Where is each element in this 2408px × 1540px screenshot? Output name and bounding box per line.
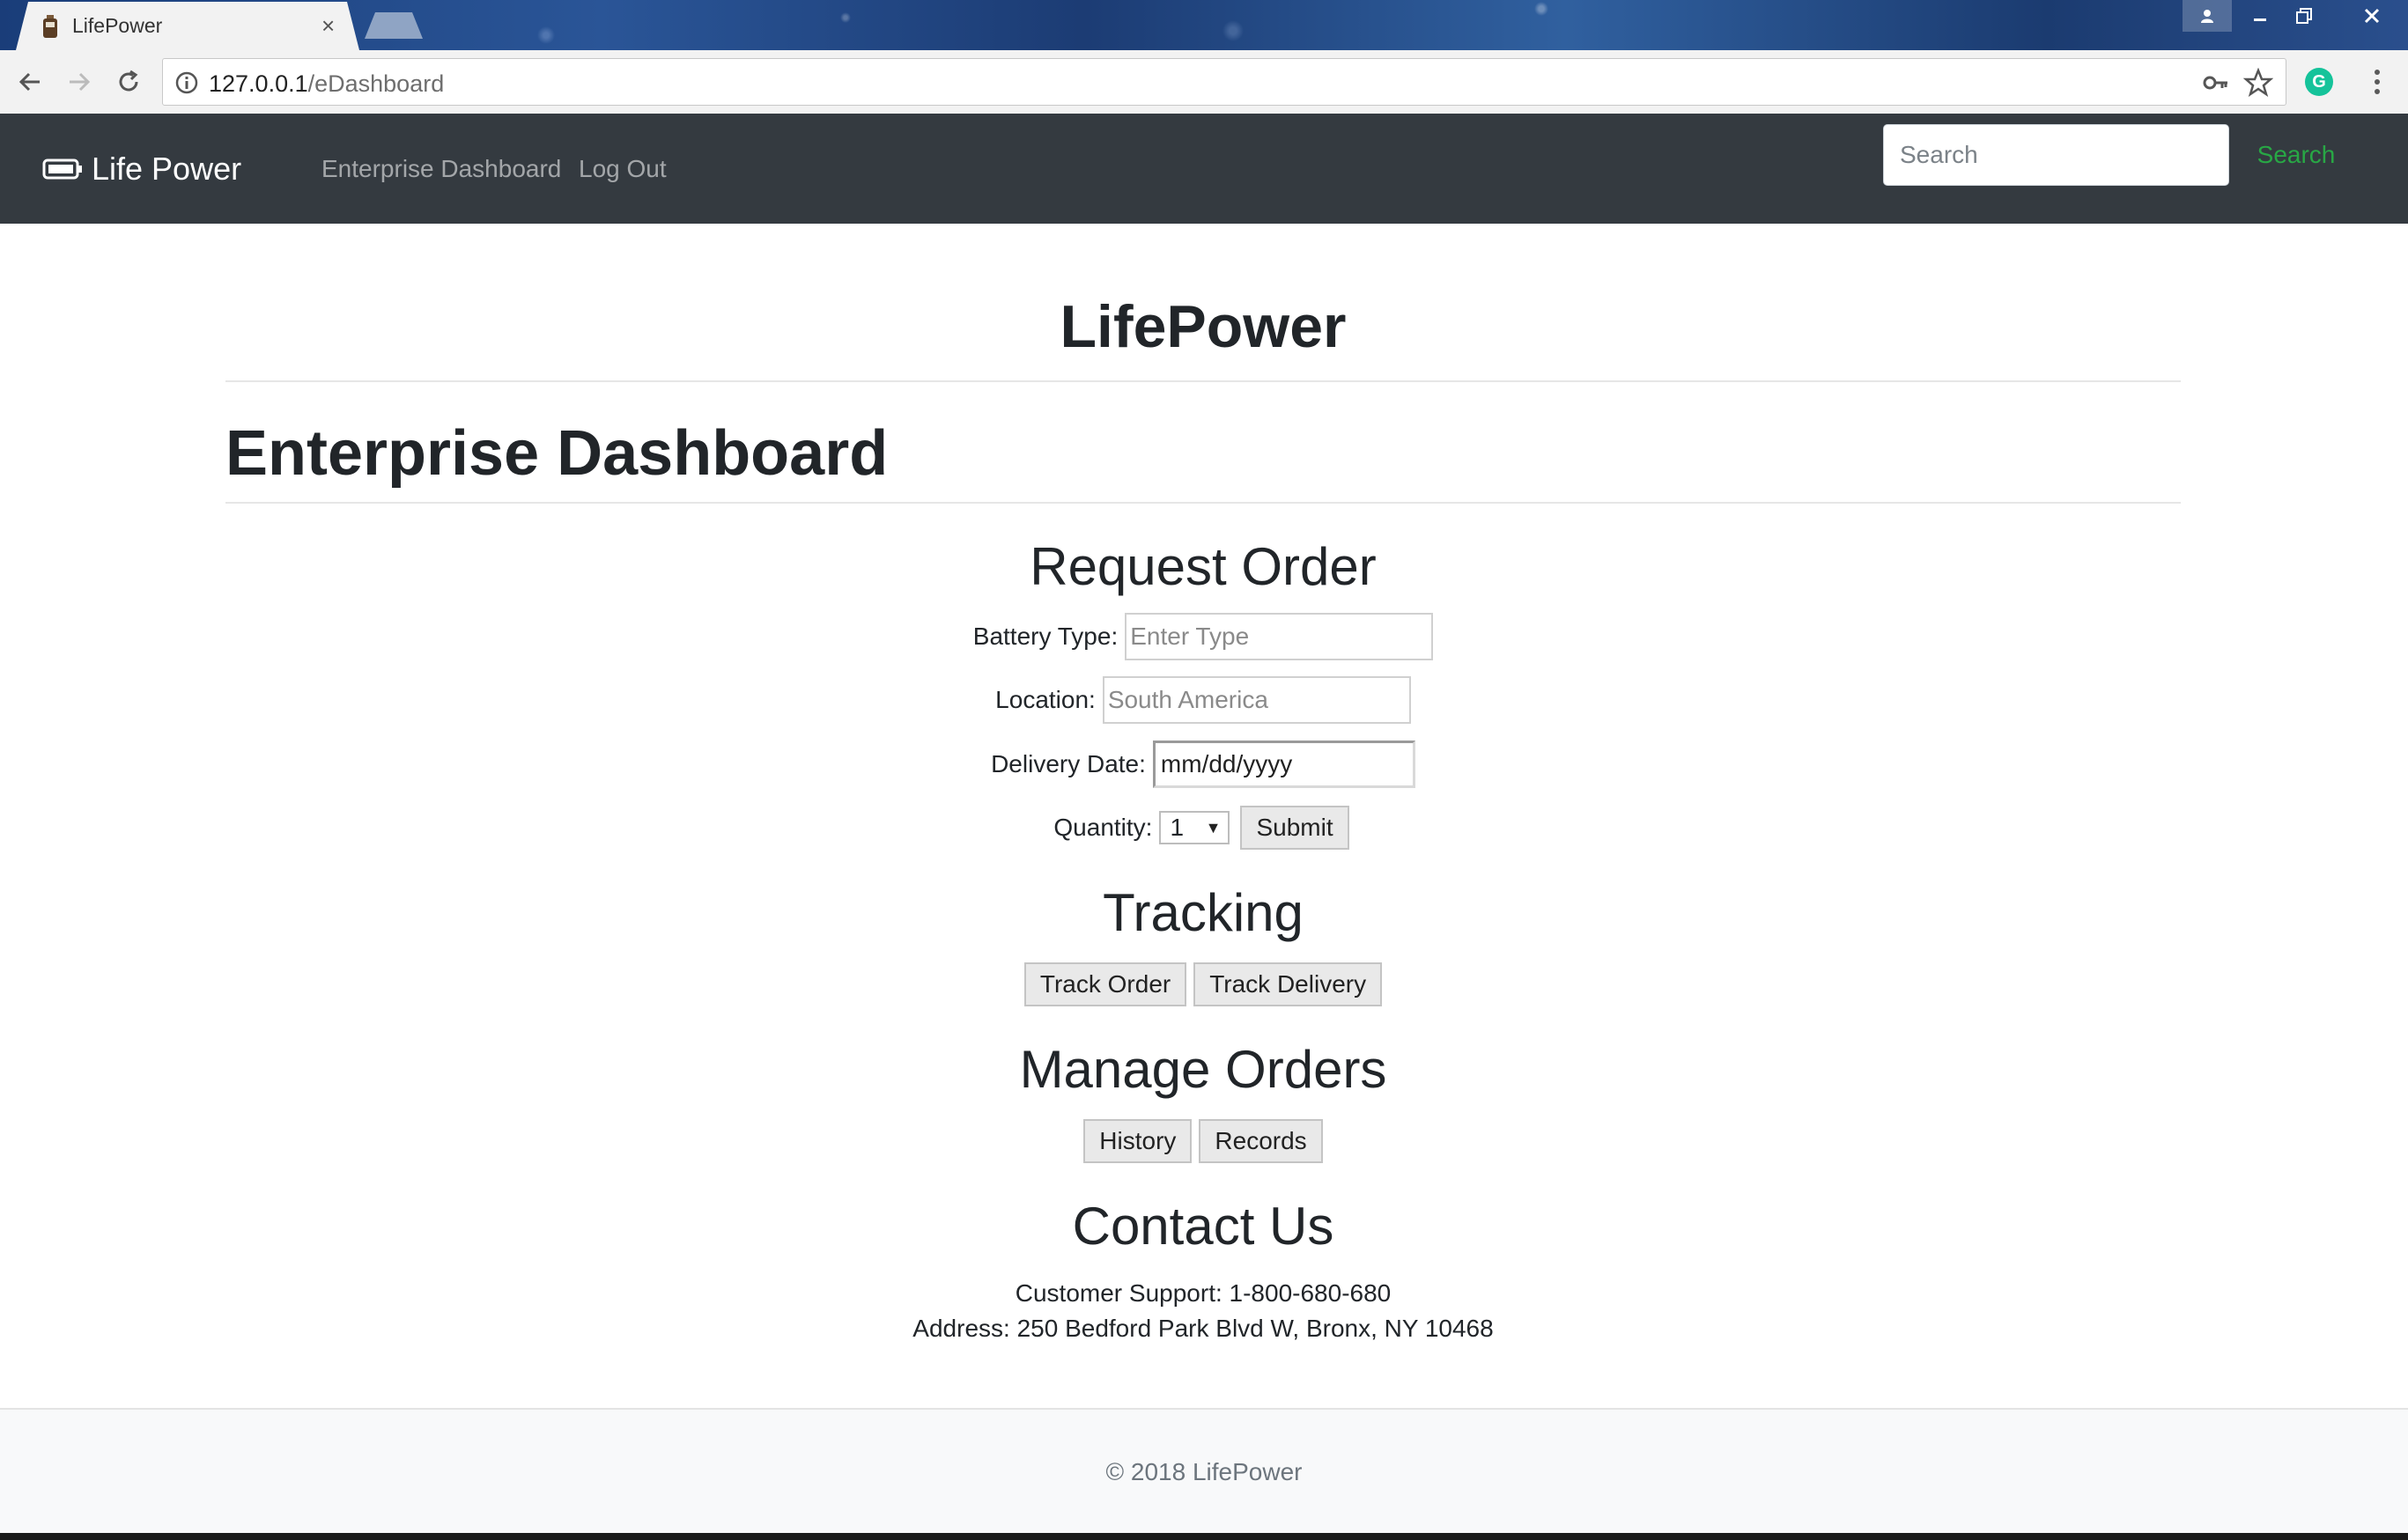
request-order-heading: Request Order	[1030, 537, 1377, 596]
site-info-icon[interactable]	[175, 71, 198, 94]
battery-type-input[interactable]	[1125, 613, 1434, 660]
location-input[interactable]	[1102, 676, 1411, 724]
dropdown-arrow-icon: ▼	[1205, 818, 1222, 836]
divider	[225, 380, 2181, 382]
minimize-icon[interactable]	[2235, 0, 2285, 32]
manage-orders-heading: Manage Orders	[1019, 1040, 1387, 1099]
track-order-button[interactable]: Track Order	[1023, 962, 1187, 1006]
taskbar-edge	[0, 1533, 2408, 1540]
forward-arrow-icon[interactable]	[62, 64, 97, 99]
restore-icon[interactable]	[2279, 0, 2329, 32]
quantity-select[interactable]: 1 ▼	[1159, 811, 1230, 844]
nav-link-enterprise-dashboard[interactable]: Enterprise Dashboard	[321, 155, 561, 183]
battery-type-label: Battery Type:	[972, 623, 1119, 650]
quantity-row: Quantity: 1 ▼ Submit	[225, 806, 2181, 850]
site-footer: © 2018 LifePower	[0, 1408, 2408, 1533]
battery-icon	[42, 158, 82, 180]
browser-menu-icon[interactable]	[2364, 66, 2390, 98]
battery-favicon-icon	[43, 15, 57, 38]
site-title: LifePower	[1060, 293, 1347, 360]
quantity-label: Quantity:	[1053, 814, 1153, 841]
browser-tab[interactable]: LifePower ×	[16, 2, 359, 50]
browser-toolbar: 127.0.0.1/eDashboard G	[0, 50, 2408, 114]
address-text: Address: 250 Bedford Park Blvd W, Bronx,…	[912, 1315, 1494, 1342]
submit-button[interactable]: Submit	[1240, 806, 1349, 850]
delivery-date-input[interactable]: mm/dd/yyyy	[1152, 741, 1415, 788]
grammarly-extension-icon[interactable]: G	[2305, 68, 2333, 96]
bookmark-star-icon[interactable]	[2243, 68, 2273, 98]
key-icon[interactable]	[2203, 71, 2229, 94]
quantity-value: 1	[1170, 814, 1185, 841]
url-text: 127.0.0.1/eDashboard	[209, 70, 445, 97]
brand-name: Life Power	[92, 151, 242, 187]
search-input[interactable]	[1883, 124, 2229, 186]
tab-title: LifePower	[72, 14, 163, 37]
nav-link-log-out[interactable]: Log Out	[579, 155, 667, 183]
manage-orders-buttons: History Records	[225, 1119, 2181, 1163]
track-delivery-button[interactable]: Track Delivery	[1193, 962, 1383, 1006]
close-window-icon[interactable]	[2339, 0, 2404, 32]
back-arrow-icon[interactable]	[12, 64, 48, 99]
contact-heading: Contact Us	[1072, 1197, 1334, 1256]
location-label: Location:	[995, 686, 1096, 713]
delivery-date-label: Delivery Date:	[991, 750, 1146, 777]
delivery-date-row: Delivery Date: mm/dd/yyyy	[225, 741, 2181, 788]
tab-close-icon[interactable]: ×	[321, 12, 335, 40]
address-bar[interactable]: 127.0.0.1/eDashboard	[162, 58, 2286, 106]
browser-tab-strip: LifePower ×	[0, 0, 2408, 50]
profile-icon[interactable]	[2183, 0, 2232, 32]
new-tab-button[interactable]	[365, 12, 423, 39]
divider	[225, 502, 2181, 504]
location-row: Location:	[225, 676, 2181, 724]
reload-icon[interactable]	[111, 64, 146, 99]
tracking-heading: Tracking	[1103, 883, 1304, 942]
brand-link[interactable]: Life Power	[42, 151, 241, 188]
copyright-text: © 2018 LifePower	[1105, 1458, 1303, 1485]
site-navbar: Life Power Enterprise Dashboard Log Out …	[0, 114, 2408, 224]
customer-support-text: Customer Support: 1-800-680-680	[1015, 1279, 1392, 1307]
tracking-buttons: Track Order Track Delivery	[225, 962, 2181, 1006]
page-title: Enterprise Dashboard	[225, 418, 889, 489]
battery-type-row: Battery Type:	[225, 613, 2181, 660]
search-button[interactable]: Search	[2239, 124, 2353, 186]
records-button[interactable]: Records	[1199, 1119, 1323, 1163]
history-button[interactable]: History	[1083, 1119, 1193, 1163]
